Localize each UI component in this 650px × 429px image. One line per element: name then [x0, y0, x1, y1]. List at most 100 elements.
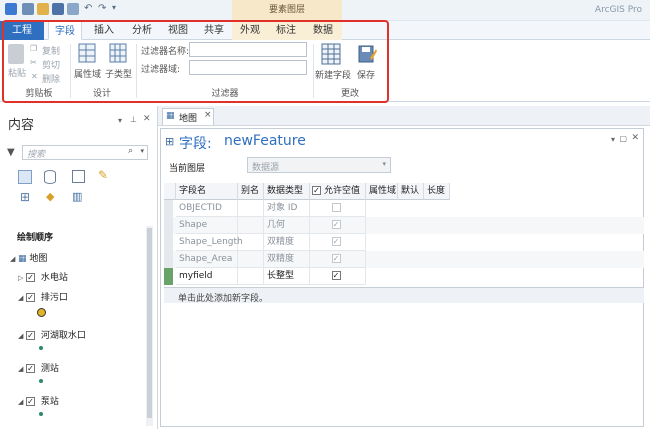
field-name-cell[interactable]: Shape — [176, 217, 238, 234]
pane-options-icon[interactable]: ▾ — [118, 116, 122, 125]
data-type-cell[interactable]: 双精度 — [264, 234, 310, 251]
alias-cell[interactable] — [238, 268, 264, 285]
column-header[interactable]: 字段名 — [176, 183, 238, 200]
alias-cell[interactable] — [238, 251, 264, 268]
map-icon: ▦ — [166, 111, 175, 121]
collapse-icon[interactable]: ◢ — [18, 332, 25, 340]
new-project-icon[interactable] — [22, 3, 34, 15]
search-icon[interactable]: ⌕ — [128, 146, 133, 156]
print-icon[interactable] — [67, 3, 79, 15]
allow-nulls-checkbox[interactable]: ✓ — [331, 271, 341, 280]
pin-icon[interactable]: ⊥ — [130, 115, 137, 124]
allow-nulls-checkbox[interactable]: ✓ — [331, 254, 341, 263]
alias-cell[interactable] — [238, 200, 264, 217]
tree-item-layer[interactable]: ◢ ✓ 河湖取水口 — [18, 328, 86, 341]
filter-icon[interactable]: ▼ — [7, 147, 15, 158]
collapse-icon[interactable]: ◢ — [18, 398, 25, 406]
tree-item-layer[interactable]: ▷ ✓ 水电站 — [18, 270, 68, 283]
column-header[interactable]: 数据类型 — [264, 183, 310, 200]
maximize-icon[interactable]: ▢ — [619, 134, 627, 143]
list-by-data-source-icon[interactable] — [44, 170, 56, 184]
close-icon[interactable]: ✕ — [631, 133, 639, 143]
list-by-snapping-icon[interactable]: ⊞ — [20, 190, 30, 204]
add-field-row[interactable]: 单击此处添加新字段。 — [164, 287, 644, 304]
collapse-icon[interactable]: ◢ — [18, 365, 25, 373]
allow-nulls-cell[interactable]: ✓ — [310, 234, 366, 251]
layer-symbol[interactable] — [39, 379, 43, 383]
layer-name: 测站 — [40, 364, 59, 374]
row-selector[interactable] — [164, 234, 173, 251]
allow-nulls-cell[interactable] — [310, 200, 366, 217]
list-by-charts-icon[interactable]: ▥ — [72, 190, 82, 203]
data-type-cell[interactable]: 对象 ID — [264, 200, 310, 217]
current-layer-select[interactable]: 数据源 ▾ — [247, 157, 391, 173]
layer-symbol[interactable] — [39, 346, 43, 350]
view-options-icon[interactable]: ▾ — [611, 135, 615, 144]
allow-nulls-checkbox[interactable] — [331, 203, 341, 212]
data-type-cell[interactable]: 几何 — [264, 217, 310, 234]
table-row[interactable]: OBJECTID 对象 ID — [164, 200, 644, 217]
column-header-nullable[interactable]: ✓ 允许空值 — [310, 183, 366, 200]
field-name-cell[interactable]: OBJECTID — [176, 200, 238, 217]
allow-nulls-cell[interactable]: ✓ — [310, 251, 366, 268]
row-selector-new[interactable] — [164, 268, 173, 285]
column-header[interactable]: 长度 — [424, 183, 450, 200]
add-field-hint[interactable]: 单击此处添加新字段。 — [178, 291, 268, 304]
field-name-cell[interactable]: Shape_Area — [176, 251, 238, 268]
tree-item-layer[interactable]: ◢ ✓ 测站 — [18, 361, 59, 374]
contents-search-input[interactable]: 搜索 ⌕ ▾ — [22, 145, 148, 160]
scrollbar-thumb[interactable] — [147, 228, 152, 418]
open-folder-icon[interactable] — [37, 3, 49, 15]
allow-nulls-cell[interactable]: ✓ — [310, 217, 366, 234]
tree-item-layer[interactable]: ◢ ✓ 泵站 — [18, 394, 59, 407]
undo-icon[interactable]: ↶ — [84, 3, 92, 14]
allow-nulls-cell[interactable]: ✓ — [310, 268, 366, 285]
layer-symbol[interactable] — [39, 412, 43, 416]
collapse-icon[interactable]: ◢ — [10, 255, 17, 263]
data-type-cell[interactable]: 双精度 — [264, 251, 310, 268]
table-row[interactable]: Shape_Length 双精度 ✓ — [164, 234, 644, 251]
tree-item-map[interactable]: ◢ ▦ 地图 — [10, 251, 47, 264]
column-header[interactable]: 属性域 — [366, 183, 398, 200]
column-header[interactable]: 默认 — [398, 183, 424, 200]
table-row[interactable]: Shape_Area 双精度 ✓ — [164, 251, 644, 268]
list-by-editing-icon[interactable]: ✎ — [98, 168, 108, 182]
field-name-cell[interactable]: myfield — [176, 268, 238, 285]
redo-icon[interactable]: ↷ — [98, 3, 106, 14]
table-row[interactable]: myfield 长整型 ✓ — [164, 268, 644, 285]
layer-visibility-checkbox[interactable]: ✓ — [26, 364, 35, 373]
alias-cell[interactable] — [238, 234, 264, 251]
expand-icon[interactable]: ▷ — [18, 274, 25, 282]
allow-nulls-checkbox[interactable]: ✓ — [331, 237, 341, 246]
field-name-cell[interactable]: Shape_Length — [176, 234, 243, 251]
row-selector[interactable] — [164, 217, 173, 234]
layer-visibility-checkbox[interactable]: ✓ — [26, 331, 35, 340]
alias-cell[interactable] — [238, 217, 264, 234]
layer-name: 河湖取水口 — [40, 331, 86, 341]
layer-visibility-checkbox[interactable]: ✓ — [26, 397, 35, 406]
customize-quick-access-icon[interactable]: ▾ — [112, 3, 116, 12]
list-by-labeling-icon[interactable]: ◆ — [46, 190, 54, 203]
data-type-cell[interactable]: 长整型 — [264, 268, 310, 285]
list-by-selection-icon[interactable] — [72, 170, 85, 183]
table-row[interactable]: Shape 几何 ✓ — [164, 217, 644, 234]
save-icon[interactable] — [52, 3, 64, 15]
allow-nulls-checkbox[interactable]: ✓ — [331, 220, 341, 229]
tab-map[interactable]: ▦ 地图 × — [162, 108, 214, 125]
list-by-drawing-order-icon[interactable] — [18, 170, 32, 184]
allow-nulls-header-checkbox[interactable]: ✓ — [312, 186, 321, 195]
map-label: 地图 — [29, 254, 48, 264]
layer-symbol[interactable] — [37, 308, 46, 317]
close-icon[interactable]: ✕ — [143, 114, 151, 124]
chevron-down-icon[interactable]: ▾ — [382, 160, 386, 168]
row-selector[interactable] — [164, 251, 173, 268]
tree-item-layer[interactable]: ◢ ✓ 排污口 — [18, 290, 68, 303]
layer-visibility-checkbox[interactable]: ✓ — [26, 273, 35, 282]
close-icon[interactable]: × — [204, 110, 212, 120]
column-header[interactable]: 别名 — [238, 183, 264, 200]
chevron-down-icon[interactable]: ▾ — [140, 147, 144, 155]
collapse-icon[interactable]: ◢ — [18, 294, 25, 302]
layer-visibility-checkbox[interactable]: ✓ — [26, 293, 35, 302]
row-selector[interactable] — [164, 200, 173, 217]
contents-scrollbar[interactable] — [146, 226, 153, 426]
